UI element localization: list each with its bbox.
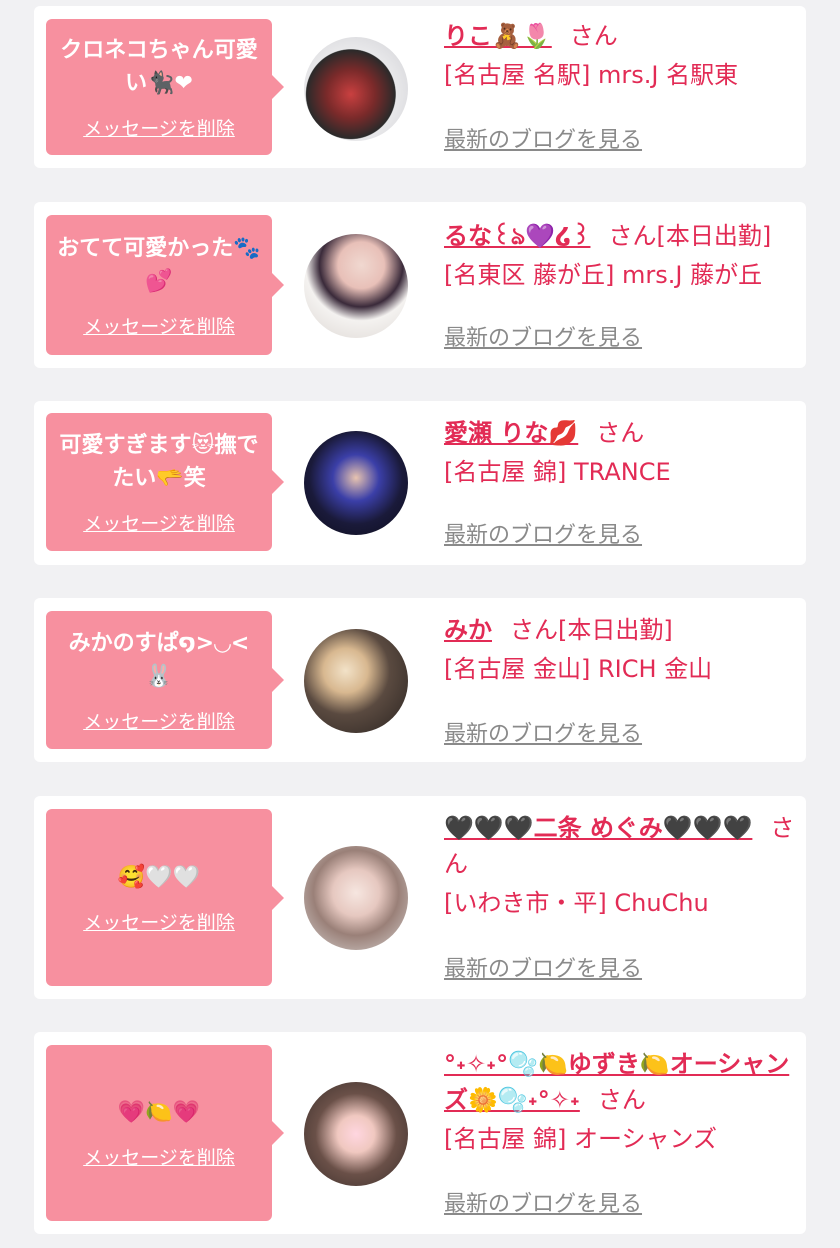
message-text: クロネコちゃん可愛い🐈‍⬛❤ (60, 37, 258, 96)
delete-message-link[interactable]: メッセージを削除 (83, 114, 235, 141)
shop-info: [名東区 藤が丘] mrs.J 藤が丘 (444, 261, 763, 289)
favorite-card: 可愛すぎます😻撫でたい🫳笑 メッセージを削除 愛瀬 りな💋 さん [名古屋 錦] … (34, 401, 806, 565)
avatar[interactable] (304, 431, 408, 535)
message-bubble: みかのすぱ໑>◡<🐰 メッセージを削除 (46, 611, 284, 749)
cast-name-link[interactable]: みか (444, 616, 492, 644)
message-bubble: おてて可愛かった🐾💕 メッセージを削除 (46, 215, 284, 355)
cast-name-link[interactable]: 🖤🖤🖤二条 めぐみ🖤🖤🖤 (444, 814, 752, 842)
favorite-card: 🥰🤍🤍 メッセージを削除 🖤🖤🖤二条 めぐみ🖤🖤🖤 さん [いわき市・平] Chu… (34, 796, 806, 999)
message-bubble: 可愛すぎます😻撫でたい🫳笑 メッセージを削除 (46, 413, 284, 551)
delete-message-link[interactable]: メッセージを削除 (83, 509, 235, 536)
avatar[interactable] (304, 629, 408, 733)
shop-info: [名古屋 名駅] mrs.J 名駅東 (444, 61, 739, 89)
latest-blog-link[interactable]: 最新のブログを見る (444, 517, 642, 549)
latest-blog-link[interactable]: 最新のブログを見る (444, 1186, 642, 1218)
avatar[interactable] (304, 1082, 408, 1186)
latest-blog-link[interactable]: 最新のブログを見る (444, 951, 642, 983)
honorific: さん (608, 222, 657, 250)
message-text: みかのすぱ໑>◡<🐰 (68, 630, 250, 689)
message-text: おてて可愛かった🐾💕 (57, 235, 261, 294)
delete-message-link[interactable]: メッセージを削除 (83, 1143, 235, 1170)
status-badge: [本日出勤] (558, 616, 673, 644)
message-bubble: 🥰🤍🤍 メッセージを削除 (46, 809, 284, 986)
status-badge: [本日出勤] (656, 222, 772, 250)
favorite-card: クロネコちゃん可愛い🐈‍⬛❤ メッセージを削除 りこ🧸🌷 さん [名古屋 名駅] … (34, 6, 806, 168)
latest-blog-link[interactable]: 最新のブログを見る (444, 320, 642, 352)
favorite-card: みかのすぱ໑>◡<🐰 メッセージを削除 みか さん[本日出勤] [名古屋 金山] … (34, 598, 806, 762)
delete-message-link[interactable]: メッセージを削除 (83, 312, 235, 339)
honorific: さん (569, 22, 618, 50)
cast-name-link[interactable]: 愛瀬 りな💋 (444, 419, 578, 447)
delete-message-link[interactable]: メッセージを削除 (83, 707, 235, 734)
honorific: さん (597, 1086, 646, 1114)
honorific: さん (510, 616, 558, 644)
favorite-card: 💗🍋💗 メッセージを削除 °˖✧˖°🫧🍋ゆずき🍋オーシャンズ🌼🫧˖°✧˖ さん [… (34, 1032, 806, 1234)
cast-name-link[interactable]: るな꒰ঌ💜໒꒱ (444, 222, 590, 250)
honorific: さん (596, 419, 645, 447)
avatar[interactable] (304, 846, 408, 950)
delete-message-link[interactable]: メッセージを削除 (83, 908, 235, 935)
favorite-card: おてて可愛かった🐾💕 メッセージを削除 るな꒰ঌ💜໒꒱ さん[本日出勤] [名東区… (34, 202, 806, 368)
avatar[interactable] (304, 37, 408, 141)
shop-info: [名古屋 金山] RICH 金山 (444, 655, 713, 683)
avatar[interactable] (304, 234, 408, 338)
message-bubble: クロネコちゃん可愛い🐈‍⬛❤ メッセージを削除 (46, 19, 284, 155)
shop-info: [いわき市・平] ChuChu (444, 889, 709, 917)
message-bubble: 💗🍋💗 メッセージを削除 (46, 1045, 284, 1221)
message-text: 💗🍋💗 (117, 1100, 201, 1125)
shop-info: [名古屋 錦] TRANCE (444, 458, 671, 486)
latest-blog-link[interactable]: 最新のブログを見る (444, 122, 642, 154)
cast-name-link[interactable]: りこ🧸🌷 (444, 22, 552, 50)
message-text: 🥰🤍🤍 (117, 864, 201, 890)
latest-blog-link[interactable]: 最新のブログを見る (444, 716, 642, 748)
shop-info: [名古屋 錦] オーシャンズ (444, 1125, 718, 1153)
message-text: 可愛すぎます😻撫でたい🫳笑 (59, 432, 259, 491)
